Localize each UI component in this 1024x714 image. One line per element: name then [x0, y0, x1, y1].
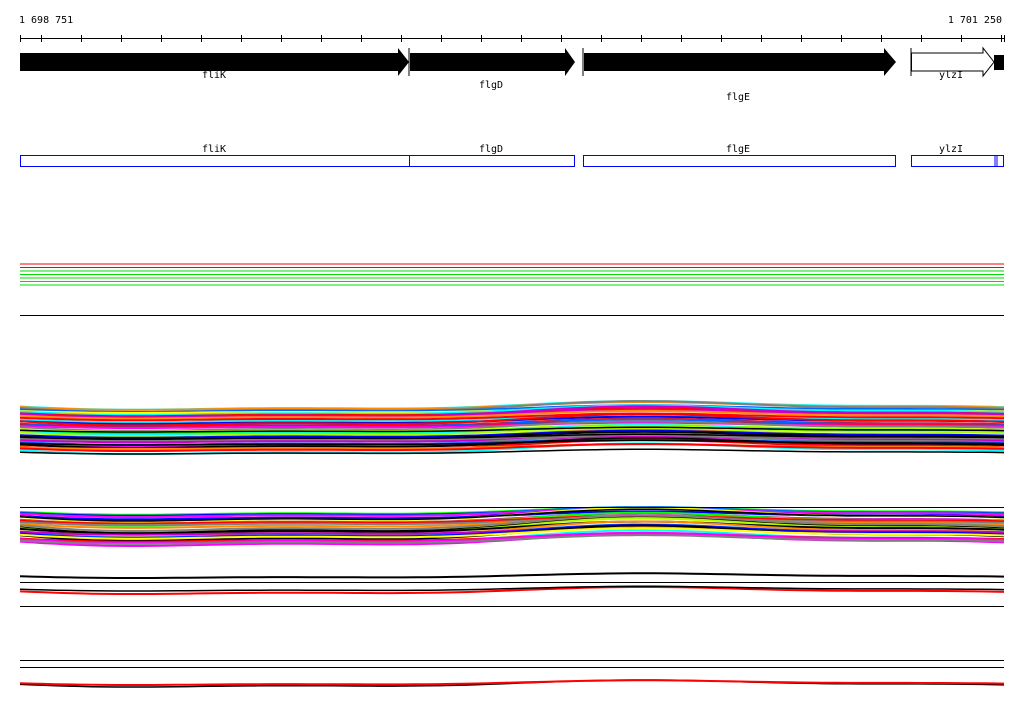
annotation-box-fliK[interactable] — [20, 155, 410, 167]
gene-arrow-flgD[interactable] — [410, 48, 575, 76]
gene-label-flgD: flgD — [479, 80, 503, 91]
annotation-track: fliK flgD flgE ylzI — [20, 144, 1004, 167]
gene-label-ylzI: ylzI — [939, 70, 963, 81]
gene-fragment — [994, 55, 1004, 70]
annotation-label-flgE: flgE — [726, 144, 750, 155]
gene-arrow-flgE[interactable] — [584, 48, 896, 76]
annotation-box-ylzI[interactable] — [911, 155, 1004, 167]
annotation-box-flgE[interactable] — [583, 155, 896, 167]
ruler-end-label: 1 701 250 — [948, 15, 1002, 26]
gene-label-fliK: fliK — [202, 70, 226, 81]
annotation-label-fliK: fliK — [202, 144, 226, 155]
coordinate-ruler[interactable] — [20, 35, 1005, 42]
annotation-label-ylzI: ylzI — [939, 144, 963, 155]
annotation-box-flgD[interactable] — [409, 155, 575, 167]
genome-browser-view: 1 698 751 1 701 250 fliK flgD flgE ylzI … — [19, 15, 1005, 688]
annotation-label-flgD: flgD — [479, 144, 503, 155]
ruler-start-label: 1 698 751 — [19, 15, 73, 26]
gene-track: fliK flgD flgE ylzI — [20, 46, 1004, 103]
signal-tracks — [19, 263, 1005, 688]
gene-label-flgE: flgE — [726, 92, 750, 103]
signal-line — [19, 572, 1005, 579]
